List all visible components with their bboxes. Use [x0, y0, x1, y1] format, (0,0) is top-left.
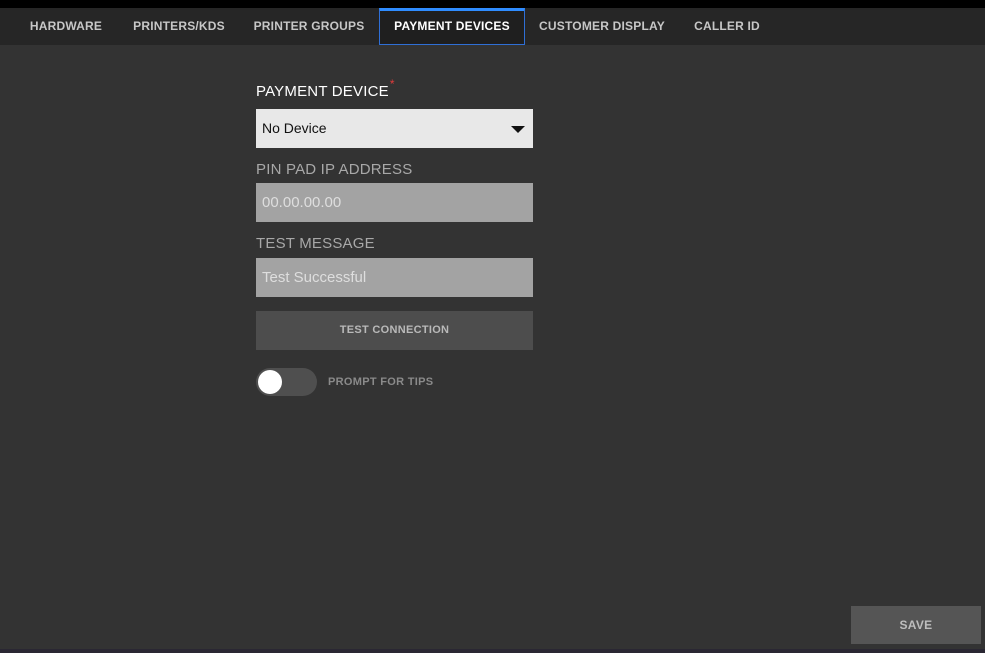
test-connection-button[interactable]: TEST CONNECTION	[256, 311, 533, 350]
save-button[interactable]: SAVE	[851, 606, 981, 644]
test-message-input[interactable]	[256, 258, 533, 297]
caret-down-icon	[511, 126, 525, 133]
required-mark: *	[389, 77, 395, 91]
tab-payment-devices[interactable]: PAYMENT DEVICES	[379, 8, 525, 45]
test-message-label: TEST MESSAGE	[256, 235, 375, 252]
prompt-for-tips-toggle[interactable]	[256, 368, 317, 396]
payment-device-label: PAYMENT DEVICE*	[256, 77, 395, 100]
tab-printer-groups[interactable]: PRINTER GROUPS	[244, 8, 374, 45]
pin-pad-ip-label: PIN PAD IP ADDRESS	[256, 161, 413, 178]
toggle-knob	[258, 370, 282, 394]
pin-pad-ip-input[interactable]	[256, 183, 533, 222]
bottom-strip	[0, 649, 985, 653]
payment-device-value: No Device	[262, 120, 327, 136]
tab-customer-display[interactable]: CUSTOMER DISPLAY	[530, 8, 674, 45]
top-status-strip	[0, 0, 985, 8]
payment-device-select[interactable]: No Device	[256, 109, 533, 148]
payment-device-label-text: PAYMENT DEVICE	[256, 83, 389, 100]
tab-hardware[interactable]: HARDWARE	[16, 8, 116, 45]
tab-caller-id[interactable]: CALLER ID	[684, 8, 770, 45]
tab-bar: HARDWARE PRINTERS/KDS PRINTER GROUPS PAY…	[0, 8, 985, 45]
prompt-for-tips-label: PROMPT FOR TIPS	[328, 376, 434, 388]
tab-printers-kds[interactable]: PRINTERS/KDS	[124, 8, 234, 45]
